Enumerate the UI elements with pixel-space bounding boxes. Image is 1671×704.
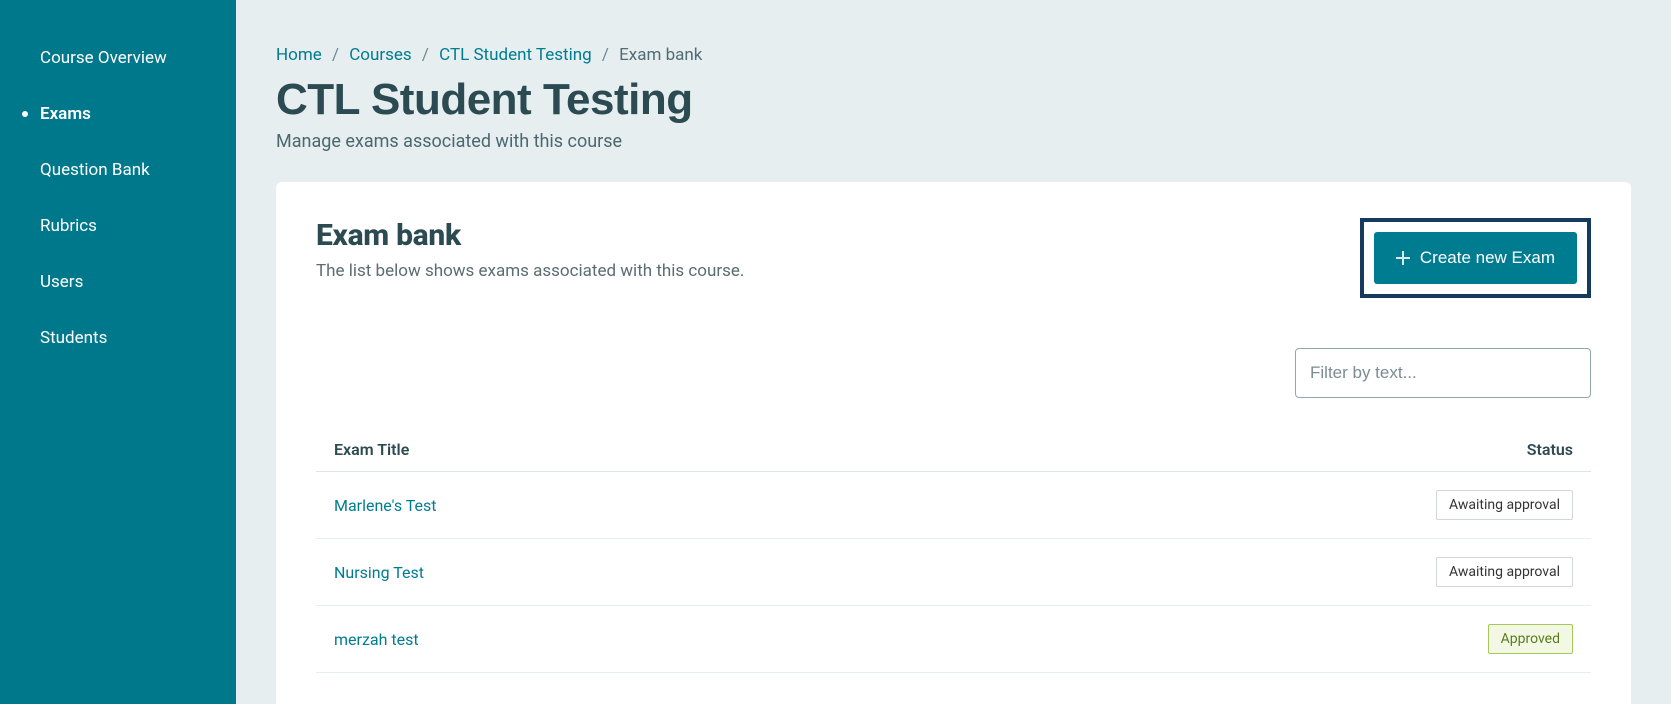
- breadcrumb-separator: /: [332, 45, 339, 65]
- table-header: Exam Title Status: [316, 428, 1591, 472]
- exams-table: Exam Title Status Marlene's Test Awaitin…: [316, 428, 1591, 673]
- sidebar-item-course-overview[interactable]: Course Overview: [0, 30, 236, 86]
- exam-link[interactable]: merzah test: [334, 630, 419, 649]
- card-title: Exam bank: [316, 218, 1360, 253]
- sidebar-item-rubrics[interactable]: Rubrics: [0, 198, 236, 254]
- breadcrumb: Home / Courses / CTL Student Testing / E…: [276, 45, 1631, 65]
- filter-input[interactable]: [1295, 348, 1591, 398]
- breadcrumb-current: Exam bank: [619, 45, 702, 65]
- breadcrumb-separator: /: [422, 45, 429, 65]
- breadcrumb-separator: /: [602, 45, 609, 65]
- sidebar-item-label: Course Overview: [40, 48, 167, 68]
- exam-link[interactable]: Nursing Test: [334, 563, 424, 582]
- sidebar-item-label: Users: [40, 272, 83, 292]
- main-content: Home / Courses / CTL Student Testing / E…: [236, 0, 1671, 704]
- sidebar-item-exams[interactable]: Exams: [0, 86, 236, 142]
- exam-bank-card: Exam bank The list below shows exams ass…: [276, 182, 1631, 704]
- plus-icon: [1396, 251, 1410, 265]
- sidebar-item-label: Students: [40, 328, 107, 348]
- status-badge: Approved: [1488, 624, 1573, 654]
- sidebar-item-users[interactable]: Users: [0, 254, 236, 310]
- sidebar-item-label: Question Bank: [40, 160, 150, 180]
- breadcrumb-courses[interactable]: Courses: [349, 45, 411, 65]
- column-header-status: Status: [1373, 440, 1573, 459]
- table-row: Marlene's Test Awaiting approval: [316, 472, 1591, 539]
- status-badge: Awaiting approval: [1436, 557, 1573, 587]
- breadcrumb-home[interactable]: Home: [276, 45, 322, 65]
- create-button-highlight: Create new Exam: [1360, 218, 1591, 298]
- sidebar-item-label: Rubrics: [40, 216, 97, 236]
- sidebar-item-question-bank[interactable]: Question Bank: [0, 142, 236, 198]
- page-subtitle: Manage exams associated with this course: [276, 131, 1631, 152]
- sidebar: Course Overview Exams Question Bank Rubr…: [0, 0, 236, 704]
- breadcrumb-course[interactable]: CTL Student Testing: [439, 45, 592, 65]
- filter-row: [316, 348, 1591, 398]
- card-subtitle: The list below shows exams associated wi…: [316, 261, 1360, 281]
- create-new-exam-button[interactable]: Create new Exam: [1374, 232, 1577, 284]
- status-badge: Awaiting approval: [1436, 490, 1573, 520]
- page-title: CTL Student Testing: [276, 75, 1631, 125]
- sidebar-item-students[interactable]: Students: [0, 310, 236, 366]
- table-row: Nursing Test Awaiting approval: [316, 539, 1591, 606]
- card-header: Exam bank The list below shows exams ass…: [316, 218, 1591, 298]
- column-header-title: Exam Title: [334, 440, 1373, 459]
- exam-link[interactable]: Marlene's Test: [334, 496, 437, 515]
- card-header-text: Exam bank The list below shows exams ass…: [316, 218, 1360, 281]
- table-row: merzah test Approved: [316, 606, 1591, 673]
- create-button-label: Create new Exam: [1420, 248, 1555, 268]
- sidebar-item-label: Exams: [40, 104, 91, 124]
